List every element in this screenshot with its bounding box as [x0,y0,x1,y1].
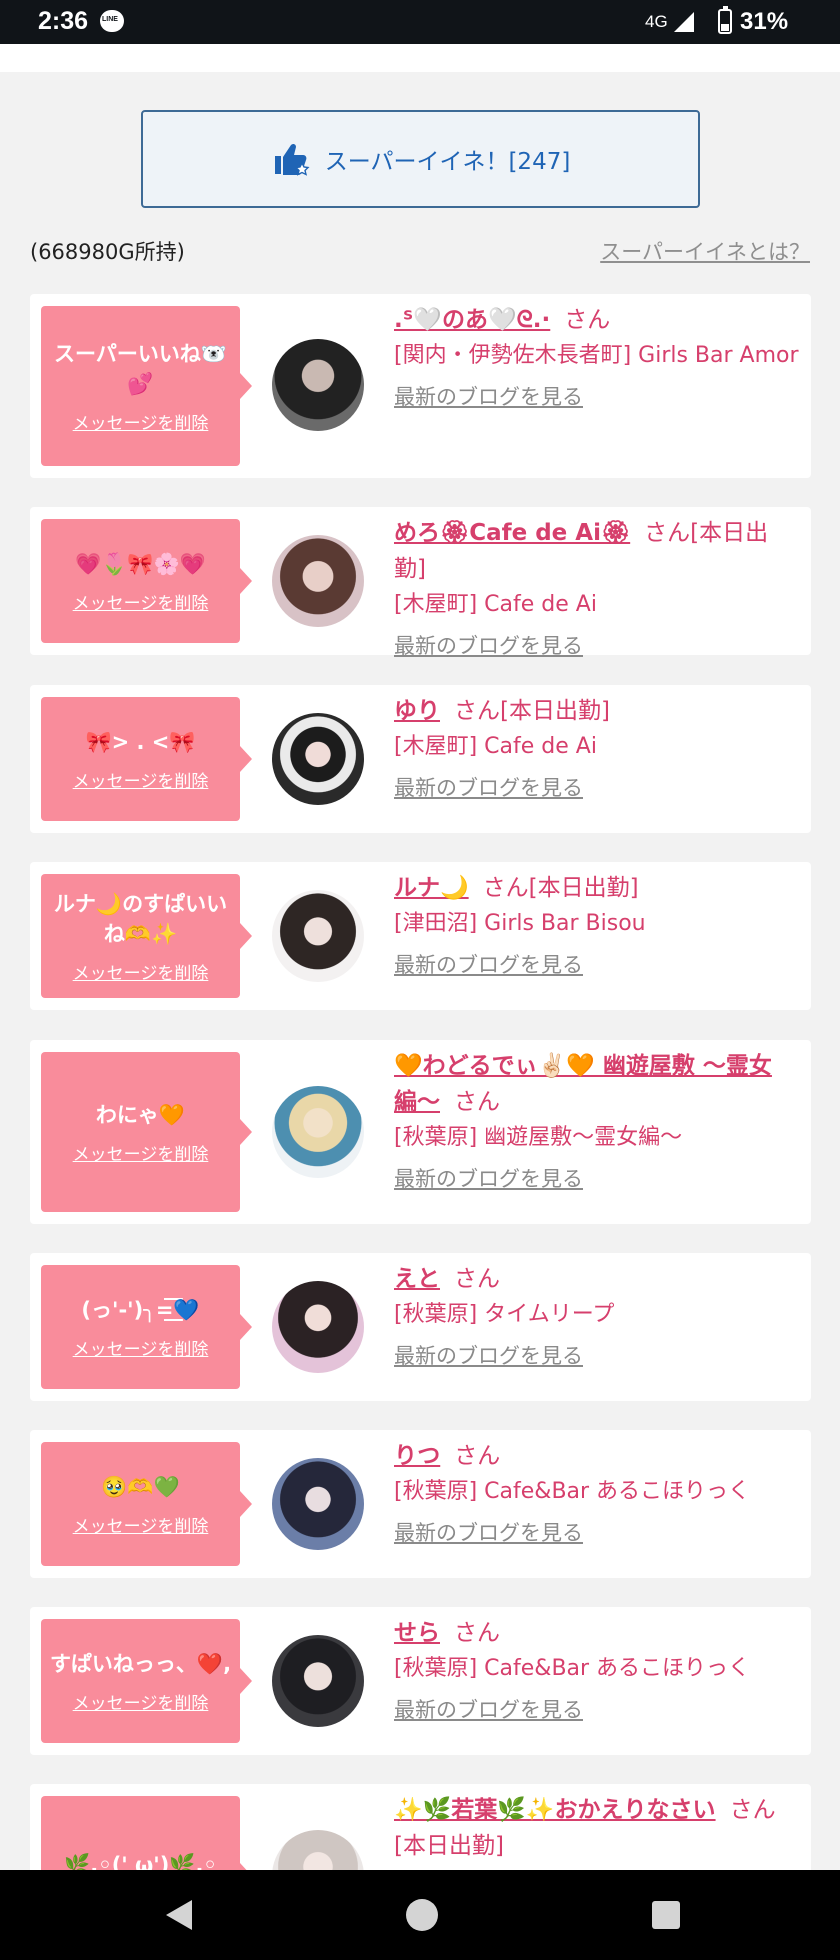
delete-message-link[interactable]: メッセージを削除 [73,1512,209,1537]
delete-message-link[interactable]: メッセージを削除 [73,1689,209,1714]
honorific: さん [482,875,529,901]
message-text: スーパーいいね🐻‍❄️💕 [54,341,227,396]
shop-name: [秋葉原] 幽遊屋敷〜霊女編〜 [394,1125,683,1150]
shop-name: [秋葉原] タイムリープ [394,1302,615,1327]
honorific: さん [454,1266,500,1292]
list-item: スーパーいいね🐻‍❄️💕 メッセージを削除 .ᔆ🤍のあ🤍ᘓ.· さん [関内・伊勢… [30,294,811,478]
message-text: 🥹🫶💚 [101,1474,180,1499]
message-text: 💗🌷🎀🌸💗 [75,551,206,576]
line-badge-text: LINE [102,16,118,23]
avatar[interactable] [272,535,364,627]
attendance-status: [本日出勤] [528,875,639,901]
cast-name-link[interactable]: ルナ🌙 [394,875,469,901]
honorific: さん [454,1620,500,1646]
message-bubble: 🎀> . <🎀 メッセージを削除 [41,697,252,821]
avatar[interactable] [272,1281,364,1373]
list-item: 🌿.◦(' ω')🌿.◦ ✨🌿若葉🌿✨おかえりなさい さん [本日出勤] [30,1784,811,1884]
thumbs-up-star-icon [274,143,310,176]
home-icon[interactable] [406,1899,438,1931]
owned-points: (668980G所持) [30,240,185,264]
line-app-icon: LINE [100,10,124,32]
avatar[interactable] [272,890,364,982]
cast-name-link[interactable]: ✨🌿若葉🌿✨おかえりなさい [394,1797,716,1823]
avatar[interactable] [272,1458,364,1550]
cast-name-link[interactable]: 🧡わどるでぃ✌🏻🧡 幽遊屋敷 〜霊女編〜 [394,1053,772,1115]
delete-message-link[interactable]: メッセージを削除 [73,589,209,614]
signal-icon [674,12,694,32]
battery-percent: 31% [740,8,789,35]
battery-icon [718,6,732,34]
system-nav-bar [0,1870,840,1960]
message-bubble: すぱいねっっ、❤️, メッセージを削除 [41,1619,252,1743]
header-strip [0,44,840,72]
back-icon[interactable] [166,1900,192,1930]
status-time: 2:36 [38,7,89,35]
avatar[interactable] [272,339,364,431]
latest-blog-link[interactable]: 最新のブログを見る [394,1164,583,1194]
shop-name: [関内・伊勢佐木長者町] Girls Bar Amor [394,343,799,368]
message-text: (っ'-')╮=͟͟͞͞💙 [81,1297,200,1322]
shop-name: [木屋町] Cafe de Ai [394,734,597,759]
status-bar: 2:36 LINE 4G 31% [0,0,840,44]
message-text: 🎀> . <🎀 [85,729,196,754]
cast-name-link[interactable]: りつ [394,1443,440,1469]
shop-name: [津田沼] Girls Bar Bisou [394,911,646,936]
honorific: さん [454,1089,500,1115]
avatar[interactable] [272,713,364,805]
attendance-status: [本日出勤] [394,1833,504,1859]
list-item: 💗🌷🎀🌸💗 メッセージを削除 めろ🏵Cafe de Ai🏵 さん[本日出勤] [木… [30,507,811,658]
delete-message-link[interactable]: メッセージを削除 [73,959,209,984]
latest-blog-link[interactable]: 最新のブログを見る [394,1695,583,1725]
recent-apps-icon[interactable] [652,1901,680,1929]
latest-blog-link[interactable]: 最新のブログを見る [394,1518,583,1548]
list-item: 🎀> . <🎀 メッセージを削除 ゆり さん[本日出勤] [木屋町] Cafe d… [30,685,811,833]
avatar[interactable] [272,1086,364,1178]
message-bubble: 💗🌷🎀🌸💗 メッセージを削除 [41,519,252,643]
cast-name-link[interactable]: せら [394,1620,440,1646]
delete-message-link[interactable]: メッセージを削除 [73,409,209,434]
list-item: (っ'-')╮=͟͟͞͞💙 メッセージを削除 えと さん [秋葉原] タイムリープ… [30,1253,811,1401]
latest-blog-link[interactable]: 最新のブログを見る [394,1341,583,1371]
super-iine-label: スーパーイイネ！[247] [324,149,571,175]
list-item: すぱいねっっ、❤️, メッセージを削除 せら さん [秋葉原] Cafe&Bar … [30,1607,811,1755]
shop-name: [木屋町] Cafe de Ai [394,592,597,617]
delete-message-link[interactable]: メッセージを削除 [73,767,209,792]
message-text: すぱいねっっ、❤️, [49,1651,232,1676]
cast-name-link[interactable]: ゆり [394,698,440,724]
latest-blog-link[interactable]: 最新のブログを見る [394,950,583,980]
delete-message-link[interactable]: メッセージを削除 [73,1335,209,1360]
message-bubble: 🥹🫶💚 メッセージを削除 [41,1442,252,1566]
cast-name-link[interactable]: えと [394,1266,440,1292]
honorific: さん [564,307,611,333]
network-type: 4G [645,12,668,31]
honorific: さん [454,1443,501,1469]
message-bubble: ルナ🌙のすぱいいね🫶✨ メッセージを削除 [41,874,252,998]
list-item: 🥹🫶💚 メッセージを削除 りつ さん [秋葉原] Cafe&Bar あるこほりっく… [30,1430,811,1578]
cast-name-link[interactable]: めろ🏵Cafe de Ai🏵 [394,520,630,546]
cast-name-link[interactable]: .ᔆ🤍のあ🤍ᘓ.· [394,307,550,333]
shop-name: [秋葉原] Cafe&Bar あるこほりっく [394,1479,751,1504]
message-bubble: スーパーいいね🐻‍❄️💕 メッセージを削除 [41,306,252,466]
avatar[interactable] [272,1635,364,1727]
list-item: ルナ🌙のすぱいいね🫶✨ メッセージを削除 ルナ🌙 さん[本日出勤] [津田沼] G… [30,862,811,1010]
latest-blog-link[interactable]: 最新のブログを見る [394,631,583,661]
latest-blog-link[interactable]: 最新のブログを見る [394,382,583,412]
delete-message-link[interactable]: メッセージを削除 [73,1140,209,1165]
super-iine-button[interactable]: スーパーイイネ！[247] [141,110,700,208]
message-text: わにゃ🧡 [95,1102,186,1127]
latest-blog-link[interactable]: 最新のブログを見る [394,773,583,803]
message-bubble: (っ'-')╮=͟͟͞͞💙 メッセージを削除 [41,1265,252,1389]
message-text: ルナ🌙のすぱいいね🫶✨ [53,891,228,946]
honorific: さん [644,520,691,546]
honorific: さん [454,698,500,724]
list-item: わにゃ🧡 メッセージを削除 🧡わどるでぃ✌🏻🧡 幽遊屋敷 〜霊女編〜 さん [秋葉… [30,1040,811,1224]
shop-name: [秋葉原] Cafe&Bar あるこほりっく [394,1656,751,1681]
message-bubble: わにゃ🧡 メッセージを削除 [41,1052,252,1212]
honorific: さん [729,1797,776,1823]
what-is-super-iine-link[interactable]: スーパーイイネとは？ [600,236,810,266]
attendance-status: [本日出勤] [500,698,610,724]
